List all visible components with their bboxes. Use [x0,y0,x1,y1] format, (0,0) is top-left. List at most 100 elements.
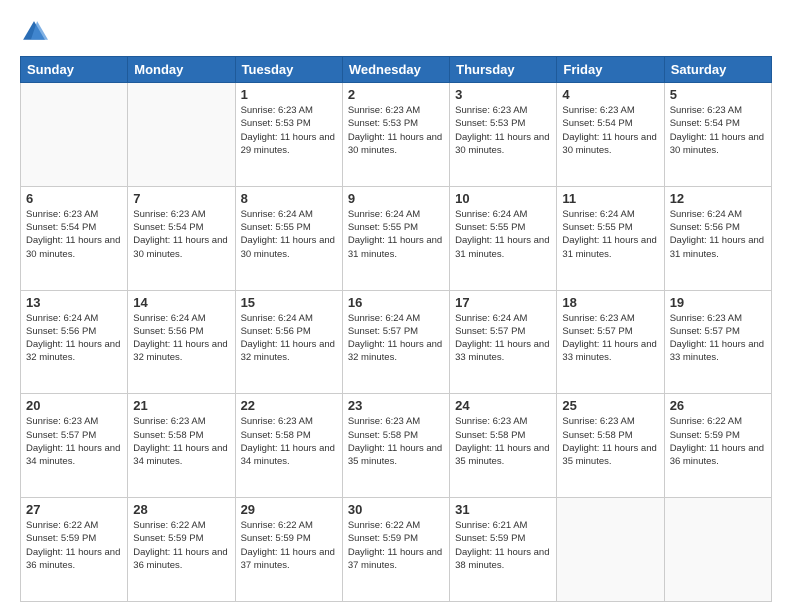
day-info: Sunrise: 6:23 AM Sunset: 5:57 PM Dayligh… [26,415,122,468]
calendar-body: 1 Sunrise: 6:23 AM Sunset: 5:53 PM Daylig… [21,83,772,602]
calendar-cell: 17Sunrise: 6:24 AM Sunset: 5:57 PM Dayli… [450,290,557,394]
calendar-cell: 30 Sunrise: 6:22 AM Sunset: 5:59 PM Dayli… [342,498,449,602]
calendar-weekday-thursday: Thursday [450,57,557,83]
calendar-cell: 20 Sunrise: 6:23 AM Sunset: 5:57 PM Dayli… [21,394,128,498]
day-number: 18 [562,295,658,310]
day-number: 5 [670,87,766,102]
calendar-cell: 3 Sunrise: 6:23 AM Sunset: 5:53 PM Daylig… [450,83,557,187]
calendar-cell: 25 Sunrise: 6:23 AM Sunset: 5:58 PM Dayli… [557,394,664,498]
calendar-cell: 2 Sunrise: 6:23 AM Sunset: 5:53 PM Daylig… [342,83,449,187]
calendar-cell: 8Sunrise: 6:24 AM Sunset: 5:55 PM Daylig… [235,186,342,290]
day-number: 17 [455,295,551,310]
header [20,18,772,46]
calendar-cell [128,83,235,187]
day-info: Sunrise: 6:23 AM Sunset: 5:58 PM Dayligh… [241,415,337,468]
day-info: Sunrise: 6:23 AM Sunset: 5:57 PM Dayligh… [670,312,766,365]
calendar-cell: 11 Sunrise: 6:24 AM Sunset: 5:55 PM Dayli… [557,186,664,290]
calendar-cell: 9 Sunrise: 6:24 AM Sunset: 5:55 PM Daylig… [342,186,449,290]
day-number: 28 [133,502,229,517]
day-number: 24 [455,398,551,413]
day-info: Sunrise: 6:24 AM Sunset: 5:57 PM Dayligh… [348,312,444,365]
day-number: 27 [26,502,122,517]
day-number: 8 [241,191,337,206]
day-number: 14 [133,295,229,310]
calendar-cell: 14 Sunrise: 6:24 AM Sunset: 5:56 PM Dayli… [128,290,235,394]
day-number: 4 [562,87,658,102]
calendar-cell: 21 Sunrise: 6:23 AM Sunset: 5:58 PM Dayli… [128,394,235,498]
day-info: Sunrise: 6:22 AM Sunset: 5:59 PM Dayligh… [670,415,766,468]
calendar-weekday-sunday: Sunday [21,57,128,83]
day-number: 11 [562,191,658,206]
day-number: 2 [348,87,444,102]
day-info: Sunrise: 6:23 AM Sunset: 5:58 PM Dayligh… [133,415,229,468]
day-number: 29 [241,502,337,517]
calendar-cell [21,83,128,187]
day-info: Sunrise: 6:23 AM Sunset: 5:53 PM Dayligh… [348,104,444,157]
day-info: Sunrise: 6:23 AM Sunset: 5:53 PM Dayligh… [455,104,551,157]
day-number: 26 [670,398,766,413]
calendar-cell: 7 Sunrise: 6:23 AM Sunset: 5:54 PM Daylig… [128,186,235,290]
day-number: 7 [133,191,229,206]
calendar-week-3: 13Sunrise: 6:24 AM Sunset: 5:56 PM Dayli… [21,290,772,394]
day-info: Sunrise: 6:24 AM Sunset: 5:56 PM Dayligh… [26,312,122,365]
calendar-weekday-wednesday: Wednesday [342,57,449,83]
calendar-cell: 13Sunrise: 6:24 AM Sunset: 5:56 PM Dayli… [21,290,128,394]
day-info: Sunrise: 6:24 AM Sunset: 5:56 PM Dayligh… [670,208,766,261]
day-info: Sunrise: 6:24 AM Sunset: 5:55 PM Dayligh… [455,208,551,261]
calendar-cell: 24 Sunrise: 6:23 AM Sunset: 5:58 PM Dayli… [450,394,557,498]
day-info: Sunrise: 6:22 AM Sunset: 5:59 PM Dayligh… [348,519,444,572]
calendar-cell [664,498,771,602]
calendar-header-row: SundayMondayTuesdayWednesdayThursdayFrid… [21,57,772,83]
day-info: Sunrise: 6:23 AM Sunset: 5:54 PM Dayligh… [26,208,122,261]
calendar-cell: 19 Sunrise: 6:23 AM Sunset: 5:57 PM Dayli… [664,290,771,394]
day-number: 15 [241,295,337,310]
logo-icon [20,18,48,46]
day-number: 10 [455,191,551,206]
calendar-cell: 15Sunrise: 6:24 AM Sunset: 5:56 PM Dayli… [235,290,342,394]
day-number: 6 [26,191,122,206]
day-info: Sunrise: 6:23 AM Sunset: 5:54 PM Dayligh… [133,208,229,261]
day-info: Sunrise: 6:22 AM Sunset: 5:59 PM Dayligh… [133,519,229,572]
day-info: Sunrise: 6:22 AM Sunset: 5:59 PM Dayligh… [26,519,122,572]
day-info: Sunrise: 6:24 AM Sunset: 5:55 PM Dayligh… [562,208,658,261]
day-number: 16 [348,295,444,310]
day-number: 3 [455,87,551,102]
day-number: 31 [455,502,551,517]
calendar-cell: 12Sunrise: 6:24 AM Sunset: 5:56 PM Dayli… [664,186,771,290]
calendar-cell: 23Sunrise: 6:23 AM Sunset: 5:58 PM Dayli… [342,394,449,498]
day-info: Sunrise: 6:23 AM Sunset: 5:54 PM Dayligh… [670,104,766,157]
day-number: 1 [241,87,337,102]
day-info: Sunrise: 6:23 AM Sunset: 5:58 PM Dayligh… [562,415,658,468]
day-info: Sunrise: 6:23 AM Sunset: 5:53 PM Dayligh… [241,104,337,157]
calendar-cell: 26 Sunrise: 6:22 AM Sunset: 5:59 PM Dayli… [664,394,771,498]
calendar-week-5: 27 Sunrise: 6:22 AM Sunset: 5:59 PM Dayli… [21,498,772,602]
day-info: Sunrise: 6:24 AM Sunset: 5:56 PM Dayligh… [133,312,229,365]
calendar-week-1: 1 Sunrise: 6:23 AM Sunset: 5:53 PM Daylig… [21,83,772,187]
calendar-weekday-saturday: Saturday [664,57,771,83]
day-info: Sunrise: 6:23 AM Sunset: 5:58 PM Dayligh… [455,415,551,468]
day-info: Sunrise: 6:23 AM Sunset: 5:54 PM Dayligh… [562,104,658,157]
calendar-cell: 29 Sunrise: 6:22 AM Sunset: 5:59 PM Dayli… [235,498,342,602]
day-number: 21 [133,398,229,413]
day-number: 30 [348,502,444,517]
day-number: 23 [348,398,444,413]
calendar-weekday-friday: Friday [557,57,664,83]
page: SundayMondayTuesdayWednesdayThursdayFrid… [0,0,792,612]
calendar-cell: 22 Sunrise: 6:23 AM Sunset: 5:58 PM Dayli… [235,394,342,498]
day-number: 19 [670,295,766,310]
day-info: Sunrise: 6:21 AM Sunset: 5:59 PM Dayligh… [455,519,551,572]
calendar-cell: 10 Sunrise: 6:24 AM Sunset: 5:55 PM Dayli… [450,186,557,290]
day-number: 25 [562,398,658,413]
calendar-cell: 16 Sunrise: 6:24 AM Sunset: 5:57 PM Dayli… [342,290,449,394]
calendar-cell: 6 Sunrise: 6:23 AM Sunset: 5:54 PM Daylig… [21,186,128,290]
logo [20,18,50,46]
day-info: Sunrise: 6:24 AM Sunset: 5:55 PM Dayligh… [348,208,444,261]
day-info: Sunrise: 6:22 AM Sunset: 5:59 PM Dayligh… [241,519,337,572]
day-number: 22 [241,398,337,413]
day-number: 9 [348,191,444,206]
calendar: SundayMondayTuesdayWednesdayThursdayFrid… [20,56,772,602]
calendar-week-4: 20 Sunrise: 6:23 AM Sunset: 5:57 PM Dayli… [21,394,772,498]
day-number: 20 [26,398,122,413]
calendar-cell: 27 Sunrise: 6:22 AM Sunset: 5:59 PM Dayli… [21,498,128,602]
day-info: Sunrise: 6:23 AM Sunset: 5:57 PM Dayligh… [562,312,658,365]
